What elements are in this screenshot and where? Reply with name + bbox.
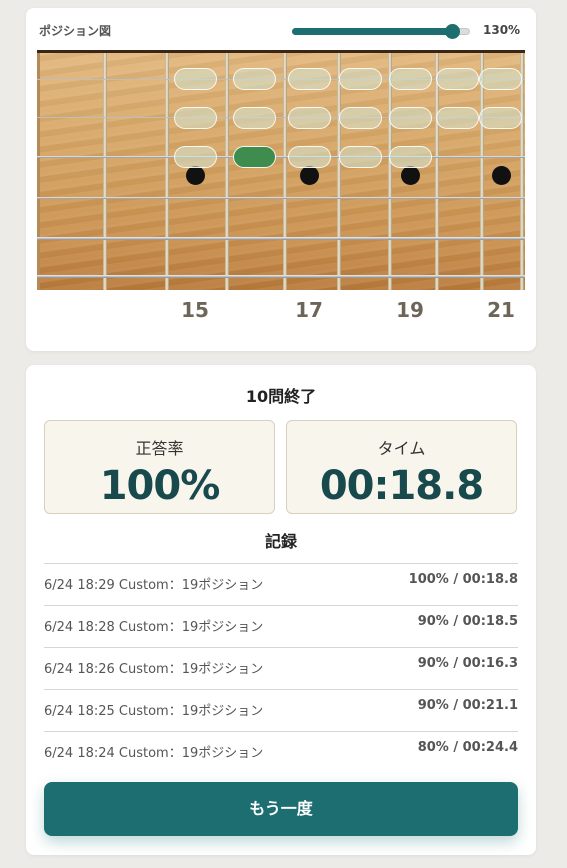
fret-number-17: 17 [295, 298, 323, 322]
fret-wire [283, 53, 287, 290]
position-diagram-card: ポジション図 130% 15 17 19 21 [26, 8, 536, 351]
record-row: 6/24 18:25 Custom：19ポジション 90% / 00:21.1 [44, 689, 518, 731]
accuracy-label: 正答率 [135, 439, 184, 458]
record-score: 90% / 00:18.5 [417, 614, 518, 629]
note-marker[interactable] [436, 107, 479, 129]
note-marker[interactable] [436, 68, 479, 90]
fretboard [37, 50, 525, 290]
zoom-value: 130% [483, 23, 521, 37]
note-marker[interactable] [389, 107, 432, 129]
note-marker[interactable] [479, 107, 522, 129]
record-row: 6/24 18:24 Custom：19ポジション 80% / 00:24.4 [44, 731, 518, 773]
note-marker[interactable] [479, 68, 522, 90]
note-marker[interactable] [288, 68, 331, 90]
fret-wire [435, 53, 439, 290]
fret-inlay [300, 166, 319, 185]
note-marker[interactable] [233, 107, 276, 129]
fretboard-edge [37, 53, 40, 290]
fret-wire [225, 53, 229, 290]
fret-number-15: 15 [181, 298, 209, 322]
time-box: タイム 00:18.8 [286, 420, 517, 514]
note-marker[interactable] [339, 146, 382, 168]
record-detail: 6/24 18:26 Custom：19ポジション [44, 662, 264, 677]
record-row: 6/24 18:28 Custom：19ポジション 90% / 00:18.5 [44, 605, 518, 647]
note-marker[interactable] [389, 146, 432, 168]
time-label: タイム [377, 439, 426, 458]
accuracy-box: 正答率 100% [44, 420, 275, 514]
note-marker[interactable] [288, 146, 331, 168]
board-title: ポジション図 [39, 24, 112, 38]
fret-wire [520, 53, 524, 290]
accuracy-value: 100% [99, 463, 221, 509]
zoom-slider[interactable] [292, 24, 470, 39]
records-list: 6/24 18:29 Custom：19ポジション 100% / 00:18.8… [44, 563, 518, 773]
note-marker[interactable] [339, 68, 382, 90]
record-detail: 6/24 18:29 Custom：19ポジション [44, 578, 264, 593]
zoom-thumb[interactable] [445, 24, 461, 39]
fret-wire [165, 53, 169, 290]
fret-wire [337, 53, 341, 290]
note-marker[interactable] [174, 68, 217, 90]
record-score: 90% / 00:16.3 [417, 656, 518, 671]
record-row: 6/24 18:29 Custom：19ポジション 100% / 00:18.8 [44, 563, 518, 605]
note-marker[interactable] [339, 107, 382, 129]
records-title: 記録 [264, 532, 297, 551]
zoom-fill [292, 28, 453, 35]
fret-inlay [401, 166, 420, 185]
guitar-string [37, 237, 525, 240]
result-card: 10問終了 正答率 100% タイム 00:18.8 記録 6/24 18:29… [26, 365, 536, 855]
record-detail: 6/24 18:28 Custom：19ポジション [44, 620, 264, 635]
fret-wire [480, 53, 484, 290]
note-marker[interactable] [288, 107, 331, 129]
note-marker[interactable] [233, 68, 276, 90]
guitar-string [37, 197, 525, 199]
note-marker-selected[interactable] [233, 146, 276, 168]
guitar-string [37, 275, 525, 278]
record-score: 80% / 00:24.4 [417, 740, 518, 755]
record-detail: 6/24 18:24 Custom：19ポジション [44, 746, 264, 761]
fret-wire [103, 53, 107, 290]
fret-inlay [186, 166, 205, 185]
note-marker[interactable] [389, 68, 432, 90]
fret-number-21: 21 [487, 298, 515, 322]
fret-inlay [492, 166, 511, 185]
note-marker[interactable] [174, 146, 217, 168]
time-value: 00:18.8 [319, 463, 484, 509]
note-marker[interactable] [174, 107, 217, 129]
guitar-string [37, 156, 525, 158]
fret-wire [388, 53, 392, 290]
fret-number-19: 19 [396, 298, 424, 322]
retry-button[interactable]: もう一度 [44, 782, 518, 836]
record-row: 6/24 18:26 Custom：19ポジション 90% / 00:16.3 [44, 647, 518, 689]
record-detail: 6/24 18:25 Custom：19ポジション [44, 704, 264, 719]
record-score: 90% / 00:21.1 [417, 698, 518, 713]
result-title: 10問終了 [245, 387, 317, 406]
record-score: 100% / 00:18.8 [408, 572, 518, 587]
